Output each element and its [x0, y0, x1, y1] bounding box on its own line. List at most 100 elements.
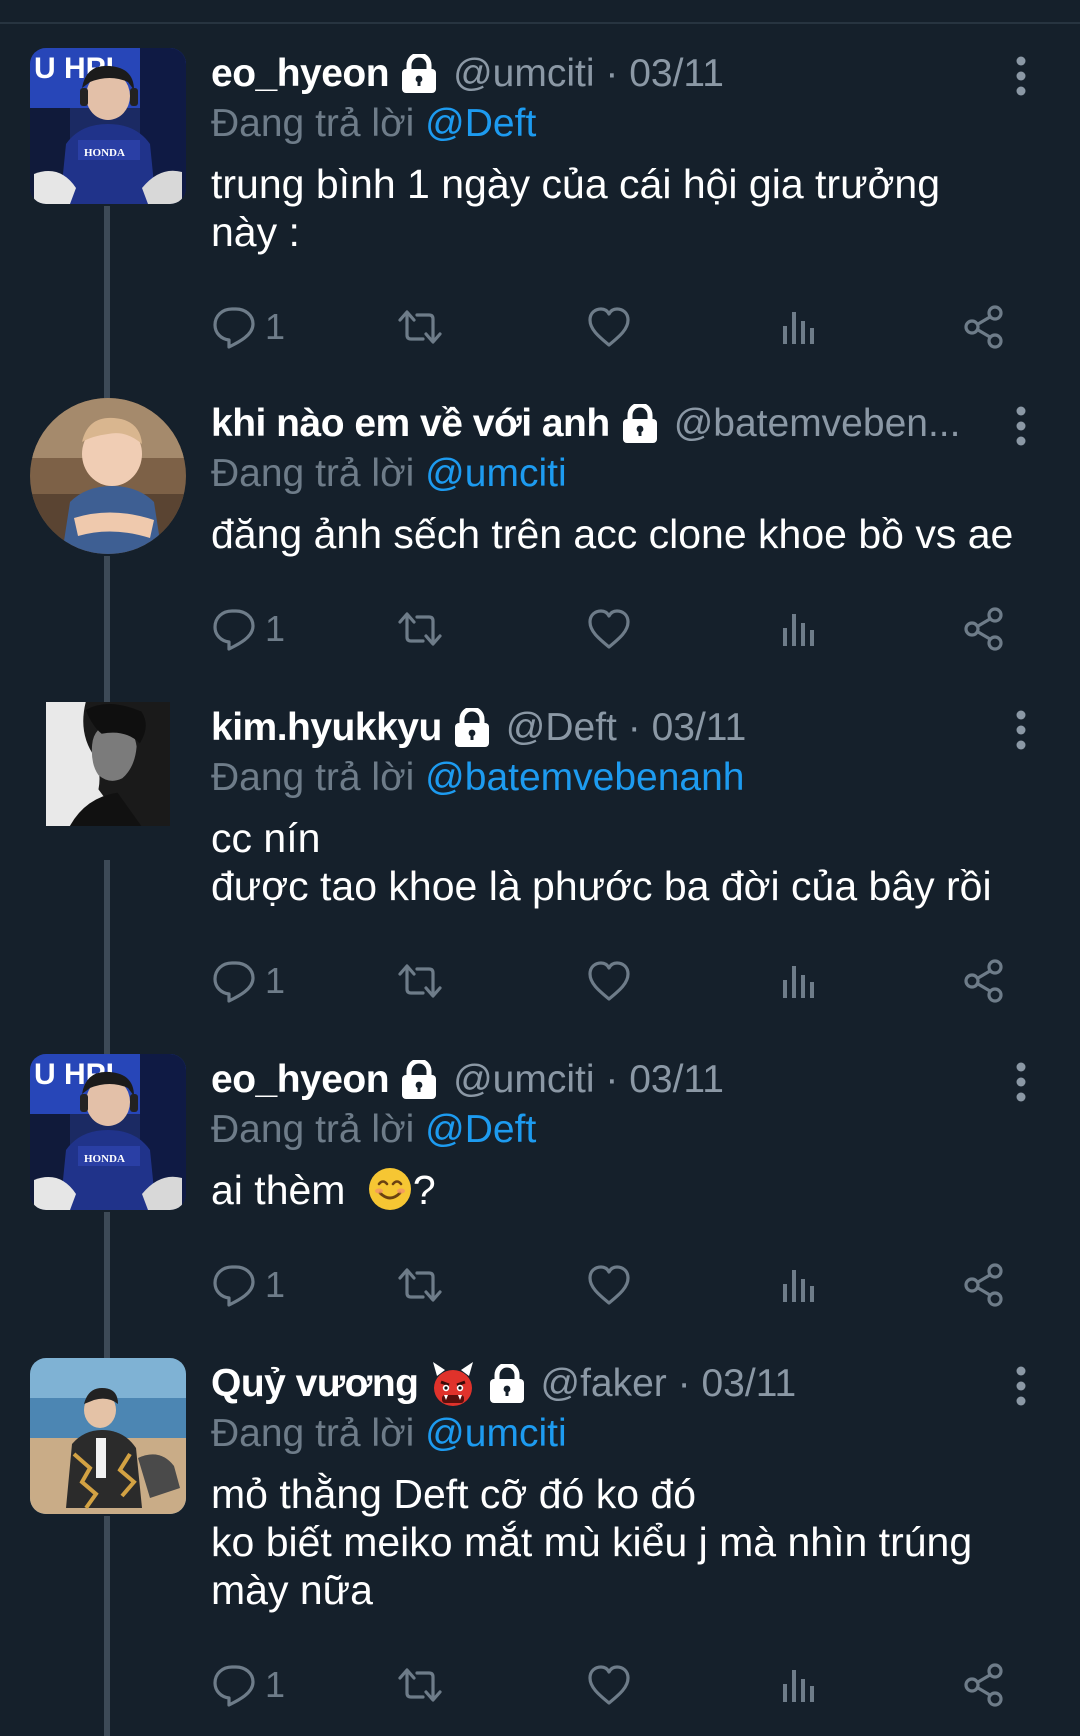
views-button[interactable] [775, 604, 821, 654]
tweet-header: Quỷ vương @faker · 03/11 [211, 1358, 1036, 1410]
retweet-button[interactable] [397, 604, 443, 654]
reply-count: 1 [265, 306, 286, 347]
share-button[interactable] [961, 1260, 1007, 1310]
share-button[interactable] [961, 1660, 1007, 1710]
thread-connector [104, 1212, 110, 1360]
action-bar: 1 [211, 956, 1011, 1006]
more-icon[interactable] [1006, 708, 1036, 752]
avatar-image [30, 48, 186, 204]
share-button[interactable] [961, 956, 1007, 1006]
views-icon [775, 1262, 821, 1308]
action-bar: 1 [211, 1660, 1011, 1710]
ogre-emoji [429, 1360, 477, 1408]
avatar[interactable] [30, 702, 186, 826]
retweet-icon [397, 606, 443, 652]
lock-icon [452, 708, 492, 748]
handle[interactable]: @Deft · 03/11 [506, 702, 747, 754]
avatar[interactable] [30, 398, 186, 554]
handle[interactable]: @umciti · 03/11 [453, 48, 724, 100]
lock-icon [399, 54, 439, 94]
tweet-text: cc nín được tao khoe là phước ba đời của… [211, 815, 992, 909]
views-button[interactable] [775, 1660, 821, 1710]
replying-to: Đang trả lời @batemvebenanh [211, 756, 745, 799]
reply-icon [211, 304, 257, 350]
reply-count: 1 [265, 1264, 286, 1305]
like-button[interactable] [586, 302, 632, 352]
reply-button[interactable]: 1 [211, 956, 285, 1006]
like-icon [586, 1262, 632, 1308]
retweet-button[interactable] [397, 302, 443, 352]
more-icon[interactable] [1006, 404, 1036, 448]
handle[interactable]: @faker · 03/11 [541, 1358, 797, 1410]
tweet-header: khi nào em về với anh @batemveben... [211, 398, 1036, 450]
action-bar: 1 [211, 1260, 1011, 1310]
retweet-button[interactable] [397, 956, 443, 1006]
tweet-header: kim.hyukkyu @Deft · 03/11 [211, 702, 1036, 754]
tweet-content: kim.hyukkyu @Deft · 03/11 Đang trả lời @… [211, 702, 1036, 910]
retweet-icon [397, 1262, 443, 1308]
display-name[interactable]: eo_hyeon [211, 48, 390, 100]
views-button[interactable] [775, 302, 821, 352]
reply-icon [211, 1662, 257, 1708]
mention-link[interactable]: @Deft [425, 102, 536, 145]
mention-link[interactable]: @umciti [425, 1412, 566, 1455]
thread-connector [104, 556, 110, 704]
tweet-text: đăng ảnh sếch trên acc clone khoe bồ vs … [211, 511, 1014, 557]
lock-icon [620, 404, 660, 444]
tweet-content: Quỷ vương @faker · 03/11 Đang trả lời @u… [211, 1358, 1036, 1614]
retweet-button[interactable] [397, 1260, 443, 1310]
avatar[interactable] [30, 48, 186, 204]
like-button[interactable] [586, 604, 632, 654]
handle[interactable]: @umciti · 03/11 [453, 1054, 724, 1106]
tweet-header: eo_hyeon @umciti · 03/11 [211, 1054, 1036, 1106]
tweet-header: eo_hyeon @umciti · 03/11 [211, 48, 1036, 100]
reply-button[interactable]: 1 [211, 1660, 285, 1710]
share-button[interactable] [961, 302, 1007, 352]
tweet-text: trung bình 1 ngày của cái hội gia trưởng… [211, 161, 941, 255]
retweet-button[interactable] [397, 1660, 443, 1710]
smiling-face-emoji [367, 1166, 413, 1212]
like-icon [586, 958, 632, 1004]
more-icon[interactable] [1006, 1060, 1036, 1104]
reply-button[interactable]: 1 [211, 302, 285, 352]
display-name[interactable]: Quỷ vương [211, 1358, 419, 1410]
like-button[interactable] [586, 956, 632, 1006]
reply-icon [211, 958, 257, 1004]
share-icon [961, 304, 1007, 350]
avatar[interactable] [30, 1054, 186, 1210]
mention-link[interactable]: @umciti [425, 452, 566, 495]
tweet-content: eo_hyeon @umciti · 03/11 Đang trả lời @D… [211, 48, 1036, 256]
replying-to: Đang trả lời @umciti [211, 1412, 567, 1455]
tweet-content: khi nào em về với anh @batemveben... Đan… [211, 398, 1036, 558]
action-bar: 1 [211, 604, 1011, 654]
like-icon [586, 1662, 632, 1708]
views-button[interactable] [775, 1260, 821, 1310]
reply-count: 1 [265, 608, 286, 649]
views-button[interactable] [775, 956, 821, 1006]
more-icon[interactable] [1006, 1364, 1036, 1408]
reply-count: 1 [265, 1664, 286, 1705]
retweet-icon [397, 958, 443, 1004]
views-icon [775, 606, 821, 652]
like-button[interactable] [586, 1660, 632, 1710]
avatar[interactable] [30, 1358, 186, 1514]
mention-link[interactable]: @batemvebenanh [425, 756, 744, 799]
share-icon [961, 1262, 1007, 1308]
mention-link[interactable]: @Deft [425, 1108, 536, 1151]
reply-button[interactable]: 1 [211, 1260, 285, 1310]
more-icon[interactable] [1006, 54, 1036, 98]
display-name[interactable]: eo_hyeon [211, 1054, 390, 1106]
tweet-text: mỏ thằng Deft cỡ đó ko đó ko biết meiko … [211, 1471, 973, 1613]
reply-button[interactable]: 1 [211, 604, 285, 654]
reply-icon [211, 1262, 257, 1308]
retweet-icon [397, 304, 443, 350]
like-button[interactable] [586, 1260, 632, 1310]
display-name[interactable]: khi nào em về với anh [211, 398, 610, 450]
avatar-image [30, 702, 186, 826]
share-icon [961, 958, 1007, 1004]
retweet-icon [397, 1662, 443, 1708]
display-name[interactable]: kim.hyukkyu [211, 702, 442, 754]
handle[interactable]: @batemveben... [674, 398, 961, 450]
action-bar: 1 [211, 302, 1011, 352]
share-button[interactable] [961, 604, 1007, 654]
